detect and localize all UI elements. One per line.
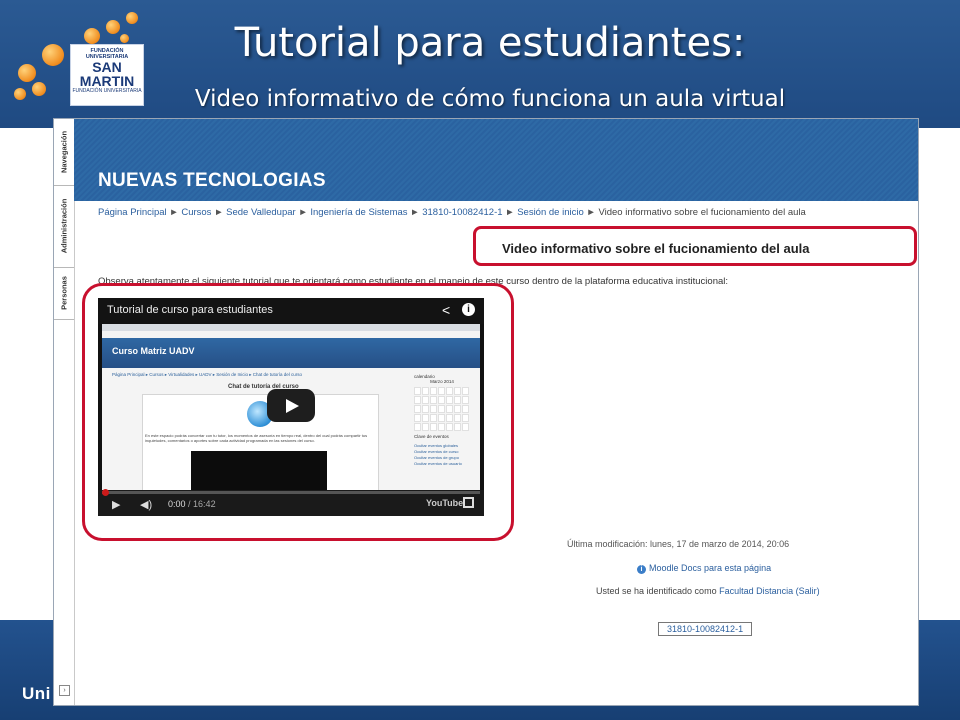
fullscreen-icon[interactable] — [463, 497, 474, 508]
tab-personas[interactable]: Personas — [54, 267, 74, 320]
progress-handle[interactable] — [102, 489, 109, 496]
heading-highlight — [473, 226, 917, 266]
breadcrumb-item[interactable]: Página Principal — [98, 207, 167, 218]
video-title[interactable]: Tutorial de curso para estudiantes — [107, 304, 273, 316]
breadcrumb-current: Video informativo sobre el fucionamiento… — [598, 207, 806, 218]
info-icon: i — [637, 565, 646, 574]
login-info: Usted se ha identificado como Facultad D… — [596, 586, 820, 596]
breadcrumb-item[interactable]: Sede Valledupar — [226, 207, 296, 218]
video-controls: ▶ ◀) 0:00 / 16:42 YouTube — [98, 489, 484, 516]
last-modified: Última modificación: lunes, 17 de marzo … — [567, 539, 790, 549]
play-icon[interactable] — [267, 389, 315, 422]
tab-navegacion[interactable]: Navegación — [54, 119, 74, 186]
breadcrumb-item[interactable]: Cursos — [181, 207, 211, 218]
site-title[interactable]: NUEVAS TECNOLOGIAS — [98, 170, 326, 192]
site-header: NUEVAS TECNOLOGIAS — [74, 119, 918, 201]
side-tabs: Navegación Administración Personas › — [54, 119, 75, 705]
breadcrumb-item[interactable]: Ingeniería de Sistemas — [310, 207, 407, 218]
moodle-docs-link[interactable]: i Moodle Docs para esta página — [637, 563, 771, 574]
course-code-link[interactable]: 31810-10082412-1 — [658, 622, 753, 636]
video-inner-title: Curso Matriz UADV — [112, 346, 195, 356]
dock-toggle-icon[interactable]: › — [59, 685, 70, 696]
slide-title: Tutorial para estudiantes: — [234, 20, 746, 66]
youtube-logo[interactable]: YouTube — [426, 498, 463, 508]
progress-bar[interactable] — [102, 489, 480, 496]
logout-link[interactable]: (Salir) — [796, 586, 820, 596]
breadcrumb: Página Principal ► Cursos ► Sede Valledu… — [98, 207, 806, 218]
video-inner-calendar: calendario Marzo 2014 Clave de eventos O… — [414, 374, 470, 490]
tab-administracion[interactable]: Administración — [54, 185, 74, 268]
video-time: 0:00 / 16:42 — [168, 499, 216, 509]
video-title-bar: Tutorial de curso para estudiantes < i — [98, 298, 484, 324]
video-inner-breadcrumb: Página Principal ▸ Cursos ▸ Virtualidade… — [112, 372, 303, 377]
university-logo: FUNDACIÓN UNIVERSITARIA SAN MARTIN FUNDA… — [8, 4, 148, 124]
video-player[interactable]: Curso Matriz UADV Página Principal ▸ Cur… — [98, 298, 484, 516]
breadcrumb-item[interactable]: Sesión de inicio — [517, 207, 584, 218]
logo-emblem: FUNDACIÓN UNIVERSITARIA SAN MARTIN FUNDA… — [70, 44, 144, 106]
footer-text: Uni — [22, 684, 51, 703]
slide-subtitle: Video informativo de cómo funciona un au… — [194, 86, 786, 112]
volume-icon[interactable]: ◀) — [140, 498, 152, 511]
play-button-icon[interactable]: ▶ — [112, 498, 120, 511]
share-icon[interactable]: < — [442, 302, 450, 318]
breadcrumb-item[interactable]: 31810-10082412-1 — [422, 207, 502, 218]
user-link[interactable]: Facultad Distancia — [719, 586, 793, 596]
info-icon[interactable]: i — [462, 303, 475, 316]
